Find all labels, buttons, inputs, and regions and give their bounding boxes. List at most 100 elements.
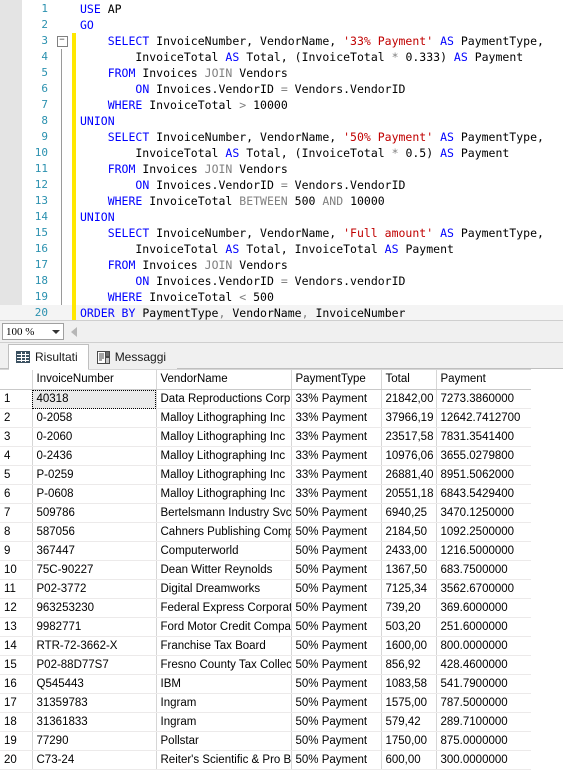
row-number[interactable]: 17 [0,693,33,713]
cell-vendorname[interactable]: Ingram [156,693,292,713]
cell-paymenttype[interactable]: 50% Payment [291,750,382,770]
cell-vendorname[interactable]: Pollstar [156,731,292,751]
editor-line[interactable]: 14 UNION [0,209,563,225]
row-number[interactable]: 10 [0,560,33,580]
editor-line[interactable]: 16 InvoiceTotal AS Total, InvoiceTotal A… [0,241,563,257]
cell-total[interactable]: 37966,19 [381,408,437,428]
cell-payment[interactable]: 1216.5000000 [436,541,532,561]
tab-messaggi[interactable]: Messaggi [88,344,178,369]
cell-invoicenumber[interactable]: C73-24 [32,750,157,770]
cell-invoicenumber[interactable]: 75C-90227 [32,560,157,580]
cell-invoicenumber[interactable]: 0-2060 [32,427,157,447]
fold-collapse-icon[interactable]: − [54,33,70,49]
editor-line[interactable]: 9 SELECT InvoiceNumber, VendorName, '50%… [0,129,563,145]
cell-paymenttype[interactable]: 33% Payment [291,427,382,447]
editor-line[interactable]: 19 WHERE InvoiceTotal < 500 [0,289,563,305]
row-number[interactable]: 2 [0,408,33,428]
editor-line[interactable]: 17 FROM Invoices JOIN Vendors [0,257,563,273]
cell-vendorname[interactable]: Cahners Publishing Company [156,522,292,542]
cell-payment[interactable]: 7273.3860000 [436,389,532,409]
row-number[interactable]: 7 [0,503,33,523]
cell-vendorname[interactable]: Franchise Tax Board [156,636,292,656]
cell-total[interactable]: 2433,00 [381,541,437,561]
cell-payment[interactable]: 683.7500000 [436,560,532,580]
cell-vendorname[interactable]: IBM [156,674,292,694]
cell-payment[interactable]: 369.6000000 [436,598,532,618]
table-row[interactable]: 15 P02-88D77S7 Fresno County Tax Collector… [0,655,532,675]
cell-vendorname[interactable]: Malloy Lithographing Inc [156,465,292,485]
cell-payment[interactable]: 8951.5062000 [436,465,532,485]
cell-paymenttype[interactable]: 50% Payment [291,579,382,599]
cell-total[interactable]: 1750,00 [381,731,437,751]
cell-invoicenumber[interactable]: 31359783 [32,693,157,713]
cell-payment[interactable]: 1092.2500000 [436,522,532,542]
table-row[interactable]: 2 0-2058 Malloy Lithographing Inc 33% Payme… [0,408,532,428]
table-row[interactable]: 10 75C-90227 Dean Witter Reynolds 50% Payme… [0,560,532,580]
cell-paymenttype[interactable]: 50% Payment [291,503,382,523]
cell-paymenttype[interactable]: 50% Payment [291,598,382,618]
cell-vendorname[interactable]: Malloy Lithographing Inc [156,427,292,447]
editor-line[interactable]: 11 FROM Invoices JOIN Vendors [0,161,563,177]
editor-line[interactable]: 7 WHERE InvoiceTotal > 10000 [0,97,563,113]
cell-total[interactable]: 1575,00 [381,693,437,713]
editor-line[interactable]: 10 InvoiceTotal AS Total, (InvoiceTotal … [0,145,563,161]
cell-total[interactable]: 600,00 [381,750,437,770]
table-row[interactable]: 20C73-24Reiter's Scientific & Pro Books5… [0,750,532,770]
results-grid-container[interactable]: InvoiceNumber VendorName PaymentType Total P… [0,369,563,773]
row-number[interactable]: 12 [0,598,33,618]
cell-vendorname[interactable]: Computerworld [156,541,292,561]
cell-invoicenumber[interactable]: 0-2058 [32,408,157,428]
editor-line[interactable]: 8 UNION [0,113,563,129]
cell-invoicenumber[interactable]: 31361833 [32,712,157,732]
row-number[interactable]: 18 [0,712,33,732]
cell-total[interactable]: 579,42 [381,712,437,732]
editor-line[interactable]: 5 FROM Invoices JOIN Vendors [0,65,563,81]
row-number[interactable]: 15 [0,655,33,675]
cell-total[interactable]: 26881,40 [381,465,437,485]
cell-invoicenumber[interactable]: Q545443 [32,674,157,694]
cell-paymenttype[interactable]: 50% Payment [291,674,382,694]
cell-invoicenumber[interactable]: P02-3772 [32,579,157,599]
table-row[interactable]: 1 40318 Data Reproductions Corp 33% Payment… [0,389,532,409]
row-number[interactable]: 19 [0,731,33,751]
cell-invoicenumber[interactable]: 9982771 [32,617,157,637]
cell-vendorname[interactable]: Reiter's Scientific & Pro Books [156,750,292,770]
cell-invoicenumber[interactable]: 40318 [32,389,157,409]
cell-total[interactable]: 21842,00 [381,389,437,409]
cell-invoicenumber[interactable]: 963253230 [32,598,157,618]
cell-invoicenumber[interactable]: 77290 [32,731,157,751]
row-number[interactable]: 3 [0,427,33,447]
column-header-total[interactable]: Total [381,369,437,390]
cell-payment[interactable]: 12642.7412700 [436,408,532,428]
column-header-vendorname[interactable]: VendorName [156,369,292,390]
table-row[interactable]: 11 P02-3772 Digital Dreamworks 50% Payment 7… [0,579,532,599]
row-number[interactable]: 5 [0,465,33,485]
table-row[interactable]: 17 31359783 Ingram 50% Payment 1575,00 787.50… [0,693,532,713]
row-number[interactable]: 16 [0,674,33,694]
table-row[interactable]: 7509786Bertelsmann Industry Svcs. Inc50%… [0,503,532,523]
row-number[interactable]: 4 [0,446,33,466]
cell-paymenttype[interactable]: 50% Payment [291,636,382,656]
cell-invoicenumber[interactable]: RTR-72-3662-X [32,636,157,656]
row-number[interactable]: 8 [0,522,33,542]
cell-total[interactable]: 856,92 [381,655,437,675]
table-row[interactable]: 9 367447 Computerworld 50% Payment 2433,00 12… [0,541,532,561]
scroll-left-arrow-icon[interactable] [71,326,77,337]
cell-payment[interactable]: 7831.3541400 [436,427,532,447]
cell-payment[interactable]: 3655.0279800 [436,446,532,466]
cell-vendorname[interactable]: Dean Witter Reynolds [156,560,292,580]
cell-payment[interactable]: 428.4600000 [436,655,532,675]
editor-line[interactable]: 2 GO [0,17,563,33]
table-row[interactable]: 12963253230Federal Express Corporation50… [0,598,532,618]
cell-paymenttype[interactable]: 33% Payment [291,484,382,504]
cell-total[interactable]: 20551,18 [381,484,437,504]
zoom-level-dropdown[interactable]: 100 % [2,323,64,340]
cell-payment[interactable]: 6843.5429400 [436,484,532,504]
table-row[interactable]: 6 P-0608 Malloy Lithographing Inc 33% Payme… [0,484,532,504]
cell-paymenttype[interactable]: 50% Payment [291,655,382,675]
grid-corner-cell[interactable] [0,369,33,390]
row-number[interactable]: 1 [0,389,33,409]
editor-line[interactable]: 3− SELECT InvoiceNumber, VendorName, '33… [0,33,563,49]
table-row[interactable]: 8587056Cahners Publishing Company50% Pay… [0,522,532,542]
table-row[interactable]: 5 P-0259 Malloy Lithographing Inc 33% Payme… [0,465,532,485]
